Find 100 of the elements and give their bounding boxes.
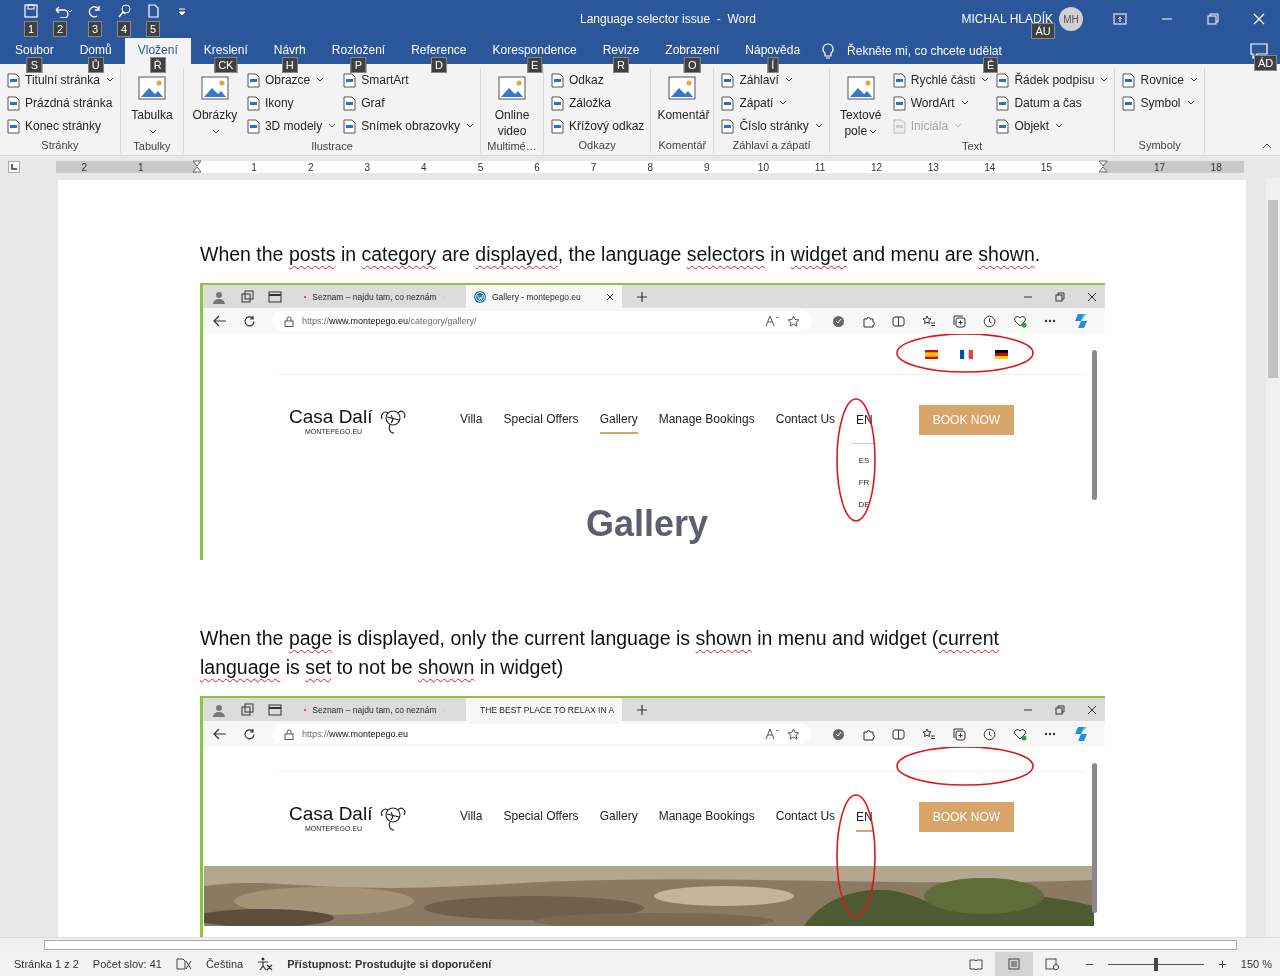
restore-icon[interactable] <box>1207 13 1219 25</box>
zoom-in-icon[interactable] <box>1217 959 1227 969</box>
ribbon-button[interactable]: Rychlé části <box>891 70 990 90</box>
history-icon[interactable] <box>983 314 996 328</box>
language-option[interactable]: FR <box>858 476 870 489</box>
copilot-icon[interactable] <box>1073 726 1089 742</box>
view-button[interactable] <box>994 952 1033 976</box>
ribbon-button[interactable]: Titulní stránka <box>6 70 114 90</box>
address-field[interactable]: https://www.montepego.eu <box>272 724 812 744</box>
ribbon-display-icon[interactable] <box>1113 13 1127 25</box>
language-option[interactable]: DE <box>858 498 870 511</box>
ribbon-button[interactable]: Tabulka <box>126 70 177 139</box>
more-icon[interactable] <box>1044 732 1056 736</box>
browser-tab[interactable]: Seznam – najdu tam, co neznám <box>296 698 452 721</box>
refresh-icon[interactable] <box>243 727 256 741</box>
ribbon-button[interactable]: Odkaz <box>550 70 645 90</box>
accessibility-status[interactable]: Přístupnost: Prostudujte si doporučení <box>287 958 492 970</box>
browser-tab[interactable]: Seznam – najdu tam, co neznám <box>296 285 452 308</box>
comment-icon[interactable] <box>1250 43 1268 59</box>
ribbon-button[interactable]: Řádek podpisu <box>995 70 1109 90</box>
ribbon-button[interactable]: Křížový odkaz <box>550 116 645 136</box>
indent-marker-icon[interactable] <box>1098 160 1108 174</box>
language-status[interactable]: Čeština <box>205 958 244 970</box>
address-field[interactable]: https://www.montepego.eu/category/gallery/ <box>272 311 812 331</box>
more-icon[interactable] <box>1044 319 1056 323</box>
back-icon[interactable] <box>213 315 227 327</box>
ribbon-button[interactable]: Číslo stránky <box>720 116 823 136</box>
customize-icon[interactable] <box>177 7 187 17</box>
ribbon-button[interactable]: Konec stránky <box>6 116 114 136</box>
ribbon-button[interactable]: Obrázky <box>189 70 240 139</box>
heart-icon[interactable] <box>1013 314 1027 328</box>
ribbon-button[interactable]: Obrazce <box>245 70 337 90</box>
menu-item[interactable]: Special Offers <box>503 406 579 434</box>
horizontal-scrollbar[interactable] <box>0 937 1280 952</box>
ribbon-button[interactable]: Prázdná stránka <box>6 93 114 113</box>
ribbon-button[interactable]: Snímek obrazovky <box>342 116 474 136</box>
ribbon-button[interactable]: SmartArt <box>342 70 474 90</box>
ribbon-button[interactable]: 3D modely <box>245 116 337 136</box>
site-logo-text[interactable]: Casa Dalí <box>289 405 373 428</box>
restore-icon[interactable] <box>1055 291 1065 302</box>
vertical-scrollbar[interactable] <box>1266 178 1280 937</box>
menu-item[interactable]: Villa <box>460 406 483 434</box>
ribbon-button[interactable]: Online video <box>487 70 537 139</box>
ribbon-button[interactable]: Rovnice <box>1121 70 1198 90</box>
menu-item[interactable]: Gallery <box>599 803 638 831</box>
split-screen-icon[interactable] <box>892 314 905 328</box>
back-icon[interactable] <box>213 728 227 740</box>
puzzle-icon[interactable] <box>862 314 875 328</box>
ribbon-button[interactable]: Záložka <box>550 93 645 113</box>
user-avatar[interactable]: MH <box>1059 7 1083 31</box>
shield-icon[interactable] <box>832 727 845 741</box>
ribbon-button[interactable]: Komentář <box>657 70 708 123</box>
page-count[interactable]: Stránka 1 z 2 <box>14 958 79 970</box>
flag-icon[interactable] <box>995 349 1008 359</box>
copilot-icon[interactable] <box>1073 313 1089 329</box>
accessibility-icon[interactable] <box>257 957 274 971</box>
new-tab-icon[interactable] <box>636 703 648 716</box>
profile-icon[interactable] <box>212 289 226 304</box>
ruler[interactable]: 2 1 1 2 3 4 5 6 7 8 9 10 11 12 13 14 15 17 18 <box>56 161 1245 173</box>
puzzle-icon[interactable] <box>862 727 875 741</box>
menu-item[interactable]: Contact Us <box>775 406 836 434</box>
word-count[interactable]: Počet slov: 41 <box>92 958 162 970</box>
workspaces-icon[interactable] <box>240 702 254 717</box>
tab-stop-icon[interactable] <box>8 161 20 173</box>
collections-icon[interactable] <box>953 314 966 328</box>
user-name[interactable]: MICHAL HLADÍK <box>961 12 1053 26</box>
new-tab-icon[interactable] <box>636 290 648 303</box>
menu-item[interactable]: Special Offers <box>503 803 579 831</box>
sidebar-icon[interactable] <box>268 289 282 304</box>
split-screen-icon[interactable] <box>892 727 905 741</box>
flag-icon[interactable] <box>960 349 973 359</box>
read-aloud-icon[interactable] <box>765 315 779 327</box>
ribbon-button[interactable]: Datum a čas <box>995 93 1109 113</box>
ribbon-button[interactable]: Objekt <box>995 116 1109 136</box>
repeat-icon[interactable] <box>88 4 102 18</box>
star-icon[interactable] <box>787 727 800 741</box>
menu-item[interactable]: Villa <box>460 803 483 831</box>
flag-icon[interactable] <box>925 349 938 359</box>
language-option[interactable]: ES <box>858 454 870 467</box>
shield-icon[interactable] <box>832 314 845 328</box>
ribbon-button[interactable]: Symbol <box>1121 93 1198 113</box>
document-icon[interactable] <box>146 4 160 18</box>
proofing-icon[interactable] <box>175 958 192 970</box>
ribbon-button[interactable]: Graf <box>342 93 474 113</box>
restore-icon[interactable] <box>1055 704 1065 715</box>
indent-marker-icon[interactable] <box>192 160 203 174</box>
profile-icon[interactable] <box>212 702 226 717</box>
menu-item[interactable]: Gallery <box>599 406 638 434</box>
star-icon[interactable] <box>787 314 800 328</box>
tell-me-field[interactable]: Řekněte mi, co chcete udělat <box>847 44 1002 58</box>
favorites-icon[interactable] <box>922 314 936 328</box>
collapse-icon[interactable] <box>1262 143 1272 149</box>
ribbon-button[interactable]: WordArt <box>891 93 990 113</box>
workspaces-icon[interactable] <box>240 289 254 304</box>
favorites-icon[interactable] <box>922 727 936 741</box>
ribbon-button[interactable]: Zápatí <box>720 93 823 113</box>
ribbon-button[interactable]: Záhlaví <box>720 70 823 90</box>
zoom-level[interactable]: 150 % <box>1240 958 1280 970</box>
site-logo-text[interactable]: Casa Dalí <box>289 802 373 825</box>
browser-tab[interactable]: Gallery - montepego.eu <box>466 285 622 308</box>
